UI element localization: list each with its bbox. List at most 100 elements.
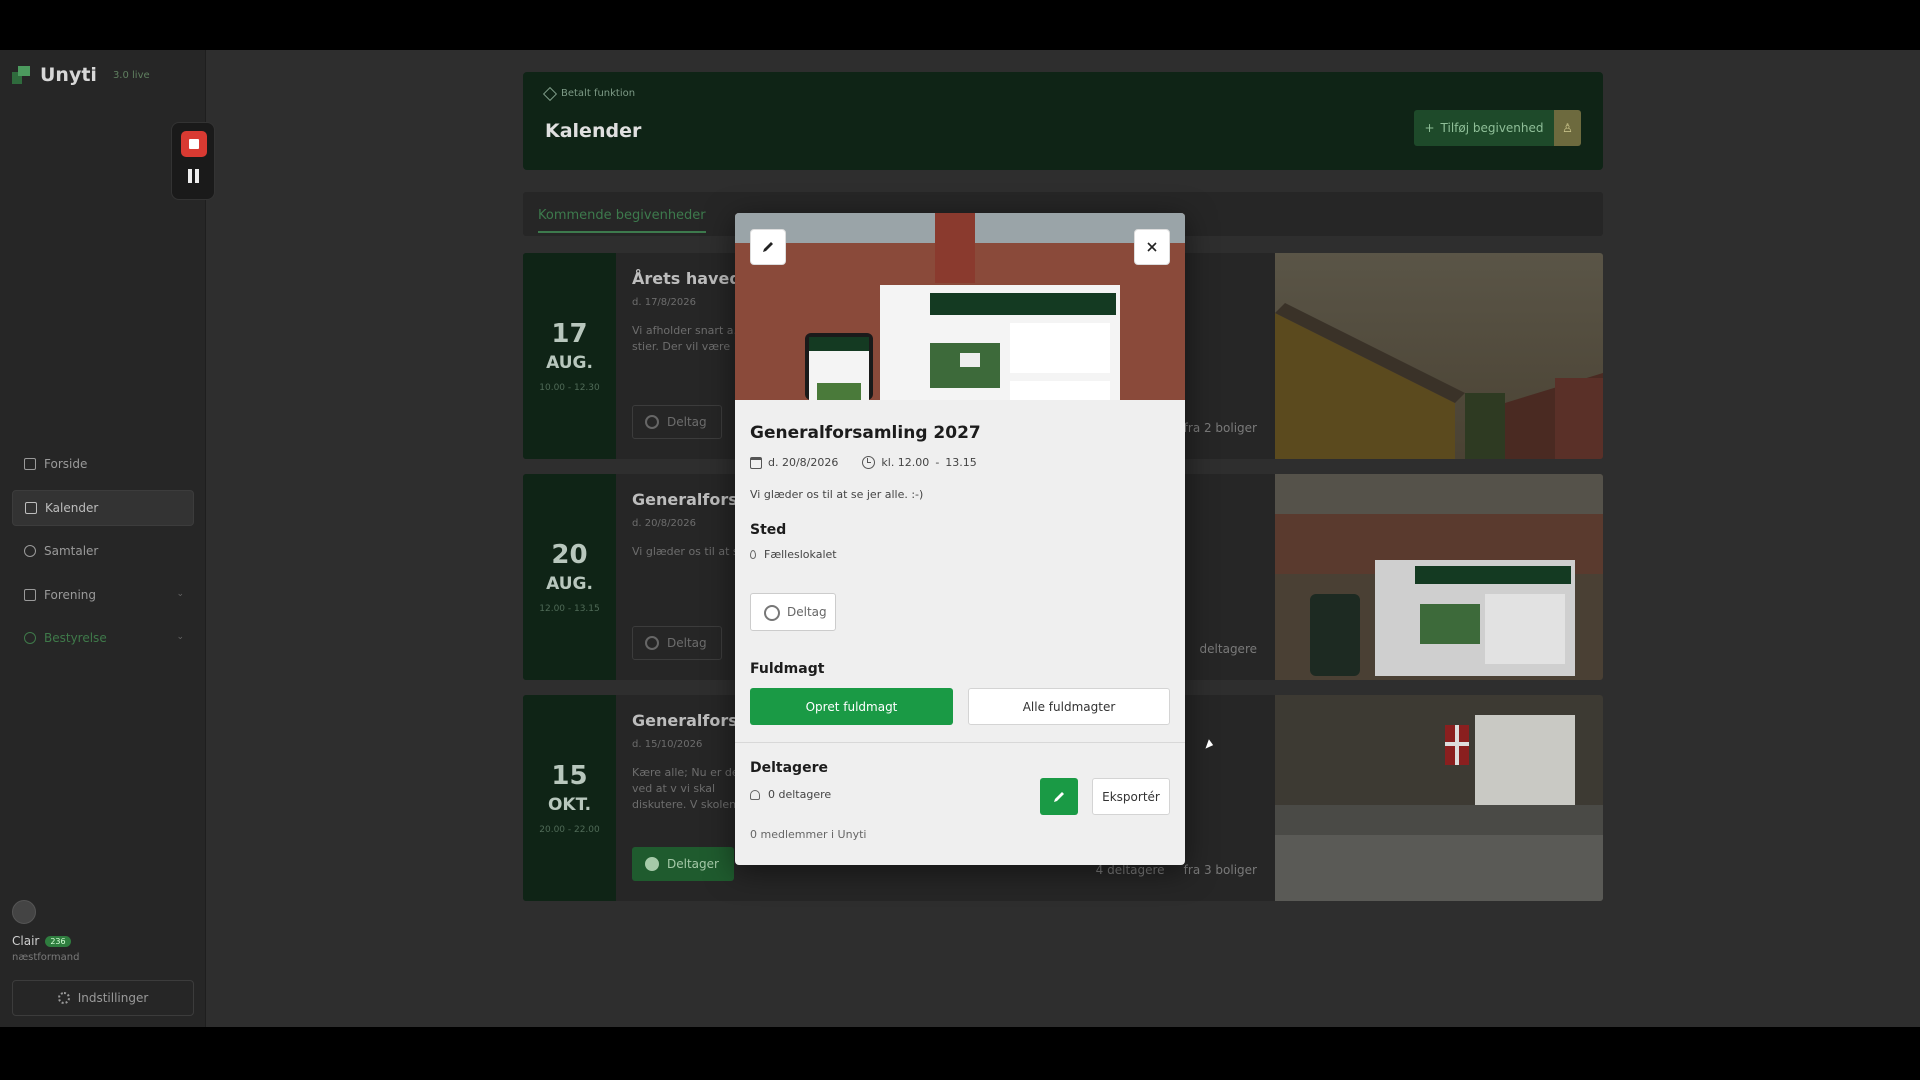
user-profile[interactable]: Clair 236 næstformand bbox=[12, 900, 79, 963]
screen-recorder-widget bbox=[171, 122, 215, 200]
edit-participants-button[interactable] bbox=[1040, 778, 1078, 815]
event-description: Vi glæder os til at s bbox=[632, 545, 739, 558]
tab-upcoming-events[interactable]: Kommende begivenheder bbox=[538, 208, 706, 233]
pencil-icon bbox=[1054, 791, 1064, 802]
event-date: d. 20/8/2026 bbox=[632, 518, 696, 529]
sidebar-item-label: Forside bbox=[44, 457, 88, 471]
divider bbox=[735, 742, 1185, 743]
user-plus-icon: ♙ bbox=[1562, 121, 1573, 135]
location-heading: Sted bbox=[750, 522, 787, 538]
event-image bbox=[1275, 474, 1603, 680]
event-detail-modal: Generalforsamling 2027 d. 20/8/2026 kl. … bbox=[735, 213, 1185, 865]
event-households: fra 3 boliger bbox=[1183, 863, 1257, 877]
pencil-icon bbox=[763, 242, 773, 252]
letterbox-top bbox=[0, 0, 1920, 50]
sidebar-item-samtaler[interactable]: Samtaler bbox=[12, 533, 194, 569]
location-name: Fælleslokalet bbox=[764, 548, 837, 561]
sidebar-item-kalender[interactable]: Kalender bbox=[12, 489, 194, 526]
event-description: Kære alle; Nu er det ved at v vi skal di… bbox=[632, 766, 743, 811]
location-pin-icon bbox=[750, 550, 756, 559]
close-icon bbox=[1147, 242, 1157, 252]
sidebar-item-forside[interactable]: Forside bbox=[12, 446, 194, 482]
participants-count-row: 0 deltagere bbox=[750, 788, 831, 801]
avatar bbox=[12, 900, 36, 924]
modal-date: d. 20/8/2026 bbox=[768, 456, 839, 469]
letterbox-bottom bbox=[0, 1027, 1920, 1080]
sidebar-nav: Forside Kalender Samtaler Forening ⌄ Bes… bbox=[12, 446, 194, 664]
page-title: Kalender bbox=[545, 120, 642, 142]
joined-button[interactable]: Deltager bbox=[632, 847, 734, 881]
pause-icon[interactable] bbox=[187, 169, 201, 185]
sidebar-item-bestyrelse[interactable]: Bestyrelse ⌄ bbox=[12, 620, 194, 656]
event-month: OKT. bbox=[547, 795, 592, 815]
add-event-label: Tilføj begivenhed bbox=[1440, 121, 1544, 135]
paid-feature-tag: Betalt funktion bbox=[542, 86, 636, 101]
user-role: næstformand bbox=[12, 952, 80, 963]
event-day: 20 bbox=[551, 540, 588, 570]
event-month: AUG. bbox=[546, 574, 593, 594]
event-month: AUG. bbox=[546, 353, 593, 373]
add-event-button[interactable]: + Tilføj begivenhed bbox=[1414, 110, 1554, 146]
event-date-block: 17 AUG. 10.00 - 12.30 bbox=[523, 253, 616, 459]
user-icon bbox=[24, 632, 36, 644]
event-participants: deltagere bbox=[1199, 642, 1257, 656]
modal-time-start: kl. 12.00 bbox=[881, 456, 930, 469]
add-event-menu-button[interactable]: ♙ bbox=[1554, 110, 1581, 146]
chevron-down-icon: ⌄ bbox=[176, 632, 184, 642]
crown-icon bbox=[542, 86, 558, 101]
page-header: Betalt funktion Kalender + Tilføj begive… bbox=[523, 72, 1603, 170]
join-button[interactable]: Deltag bbox=[632, 405, 722, 439]
chat-icon bbox=[24, 545, 36, 557]
modal-datetime: d. 20/8/2026 kl. 12.00 - 13.15 bbox=[750, 456, 977, 469]
event-description: Vi afholder snart a… stier. Der vil være bbox=[632, 324, 745, 353]
sidebar-item-label: Forening bbox=[44, 587, 97, 602]
event-image bbox=[1275, 695, 1603, 901]
event-date-block: 20 AUG. 12.00 - 13.15 bbox=[523, 474, 616, 680]
stop-recording-button[interactable] bbox=[181, 131, 207, 157]
settings-button[interactable]: Indstillinger bbox=[12, 980, 194, 1016]
settings-label: Indstillinger bbox=[77, 991, 149, 1005]
join-button[interactable]: Deltag bbox=[750, 593, 836, 631]
calendar-icon bbox=[25, 501, 37, 514]
brand[interactable]: Unyti 3.0 live bbox=[12, 64, 150, 86]
event-households: fra 2 boliger bbox=[1183, 421, 1257, 435]
event-participants: 4 deltagere bbox=[1095, 863, 1165, 877]
proxy-heading: Fuldmagt bbox=[750, 661, 825, 677]
modal-location: Fælleslokalet bbox=[750, 548, 837, 561]
calendar-icon bbox=[750, 456, 762, 469]
sidebar-item-forening[interactable]: Forening ⌄ bbox=[12, 577, 194, 613]
sidebar-item-label: Bestyrelse bbox=[44, 631, 107, 645]
all-proxies-button[interactable]: Alle fuldmagter bbox=[968, 688, 1170, 725]
version-label: 3.0 live bbox=[112, 69, 150, 81]
unyti-logo-icon bbox=[12, 66, 32, 84]
modal-time-separator: - bbox=[935, 456, 940, 469]
sidebar-item-label: Samtaler bbox=[44, 544, 99, 558]
plus-icon: + bbox=[1424, 121, 1435, 135]
create-proxy-button[interactable]: Opret fuldmagt bbox=[750, 688, 953, 725]
document-icon bbox=[24, 458, 36, 470]
gear-icon bbox=[57, 992, 70, 1004]
edit-event-button[interactable] bbox=[750, 229, 786, 265]
event-day: 15 bbox=[551, 761, 588, 791]
paid-feature-label: Betalt funktion bbox=[561, 88, 636, 99]
modal-time-end: 13.15 bbox=[945, 456, 977, 469]
event-image bbox=[1275, 253, 1603, 459]
user-name-row: Clair 236 bbox=[12, 934, 79, 948]
event-date: d. 15/10/2026 bbox=[632, 739, 703, 750]
participants-heading: Deltagere bbox=[750, 760, 828, 776]
event-cover-image bbox=[735, 213, 1185, 400]
join-button[interactable]: Deltag bbox=[632, 626, 722, 660]
event-stats: 4 deltagere fra 3 boliger bbox=[1096, 863, 1257, 877]
people-icon bbox=[750, 789, 760, 800]
modal-description: Vi glæder os til at se jer alle. :-) bbox=[750, 488, 924, 501]
event-time: 12.00 - 13.15 bbox=[539, 604, 600, 614]
event-title: Generalforsa bbox=[632, 490, 749, 509]
user-name: Clair bbox=[12, 934, 40, 948]
sidebar-item-label: Kalender bbox=[45, 500, 99, 515]
export-button[interactable]: Eksportér bbox=[1092, 778, 1170, 815]
participants-count: 0 deltagere bbox=[768, 788, 832, 801]
event-day: 17 bbox=[551, 319, 588, 349]
brand-name: Unyti bbox=[40, 64, 97, 86]
user-badge: 236 bbox=[45, 935, 71, 947]
close-modal-button[interactable] bbox=[1134, 229, 1170, 265]
